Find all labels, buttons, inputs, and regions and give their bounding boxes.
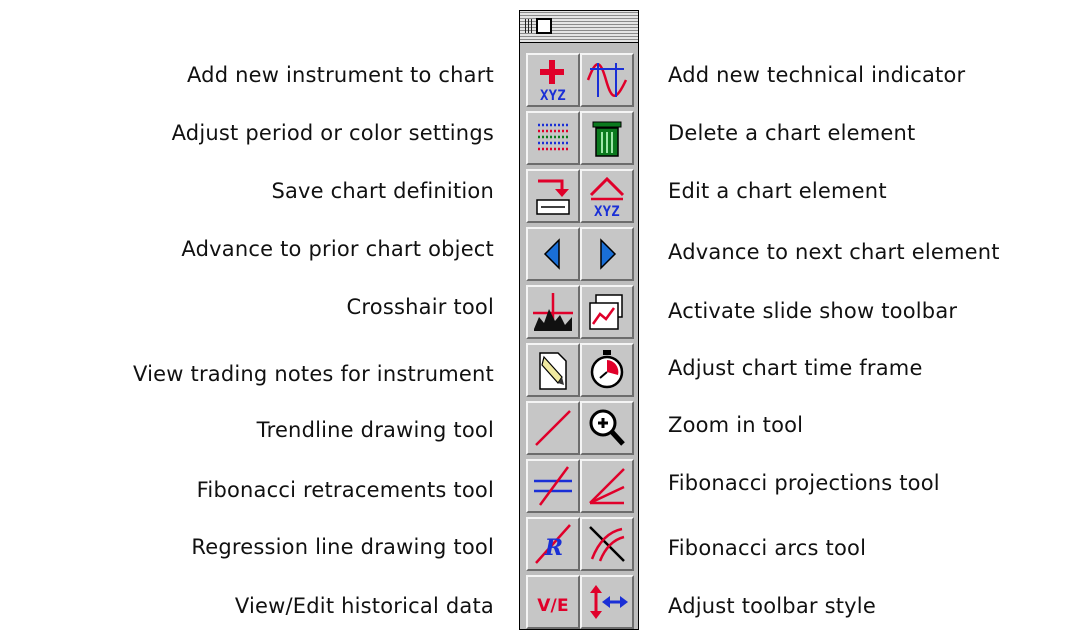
next-element-button[interactable] [580,227,634,281]
notes-icon [539,352,567,390]
crosshair-chart-icon [533,293,573,331]
save-chart-button[interactable] [526,169,580,223]
fib-arcs-button[interactable] [580,517,634,571]
stopwatch-icon [590,350,624,389]
palette-title-bar[interactable] [520,11,638,43]
edit-element-button[interactable]: XYZ [580,169,634,223]
label-regression-line: Regression line drawing tool [191,535,494,559]
zoom-in-icon [589,409,625,446]
label-trendline: Trendline drawing tool [256,418,494,442]
label-crosshair: Crosshair tool [346,295,494,319]
trendline-tool-button[interactable] [526,401,580,455]
fib-projections-button[interactable] [580,459,634,513]
label-edit-element: Edit a chart element [668,179,887,203]
close-box-icon[interactable] [536,18,552,34]
label-trading-notes: View trading notes for instrument [133,362,494,386]
label-fib-arcs: Fibonacci arcs tool [668,536,867,560]
add-instrument-button[interactable]: XYZ [526,53,580,107]
label-adjust-settings: Adjust period or color settings [171,121,494,145]
add-indicator-button[interactable] [580,53,634,107]
trendline-icon [535,410,571,446]
slide-show-button[interactable] [580,285,634,339]
fib-arcs-icon [589,526,625,562]
historical-data-button[interactable]: V/E [526,575,580,629]
label-delete-element: Delete a chart element [668,121,916,145]
chart-toolbar-palette: XYZ XYZ R V/E [519,10,639,630]
label-next-element: Advance to next chart element [668,240,1000,264]
label-fib-retracements: Fibonacci retracements tool [196,478,494,502]
label-slide-show: Activate slide show toolbar [668,299,958,323]
trash-can-icon [592,121,622,157]
svg-text:XYZ: XYZ [594,204,620,220]
label-toolbar-style: Adjust toolbar style [668,594,876,618]
settings-list-icon [538,123,568,151]
label-add-indicator: Add new technical indicator [668,63,966,87]
historical-data-icon: V/E [537,596,569,616]
add-indicator-icon [586,63,628,97]
fib-projection-icon [589,468,625,505]
zoom-in-button[interactable] [580,401,634,455]
label-prior-object: Advance to prior chart object [181,237,494,261]
regression-line-button[interactable]: R [526,517,580,571]
drag-grip-icon [525,19,533,33]
arrow-right-icon [600,238,617,270]
label-time-frame: Adjust chart time frame [668,356,923,380]
regression-line-icon: R [535,524,571,564]
fib-retracement-icon [534,466,572,506]
label-save-chart: Save chart definition [271,179,494,203]
label-historical-data: View/Edit historical data [234,594,494,618]
label-fib-projections: Fibonacci projections tool [668,471,940,495]
svg-text:XYZ: XYZ [540,88,566,104]
svg-text:R: R [544,535,563,561]
settings-button[interactable] [526,111,580,165]
label-zoom-in: Zoom in tool [668,413,804,437]
delete-element-button[interactable] [580,111,634,165]
time-frame-button[interactable] [580,343,634,397]
prior-object-button[interactable] [526,227,580,281]
slide-show-icon [589,294,623,330]
svg-text:V/E: V/E [537,596,569,616]
fib-retracements-button[interactable] [526,459,580,513]
trading-notes-button[interactable] [526,343,580,397]
toolbar-style-icon [590,585,628,619]
arrow-left-icon [543,238,560,270]
toolbar-style-button[interactable] [580,575,634,629]
label-add-instrument: Add new instrument to chart [186,63,494,87]
crosshair-tool-button[interactable] [526,285,580,339]
edit-element-icon: XYZ [589,176,625,220]
save-chart-icon [536,179,570,215]
add-instrument-icon: XYZ [540,60,566,104]
